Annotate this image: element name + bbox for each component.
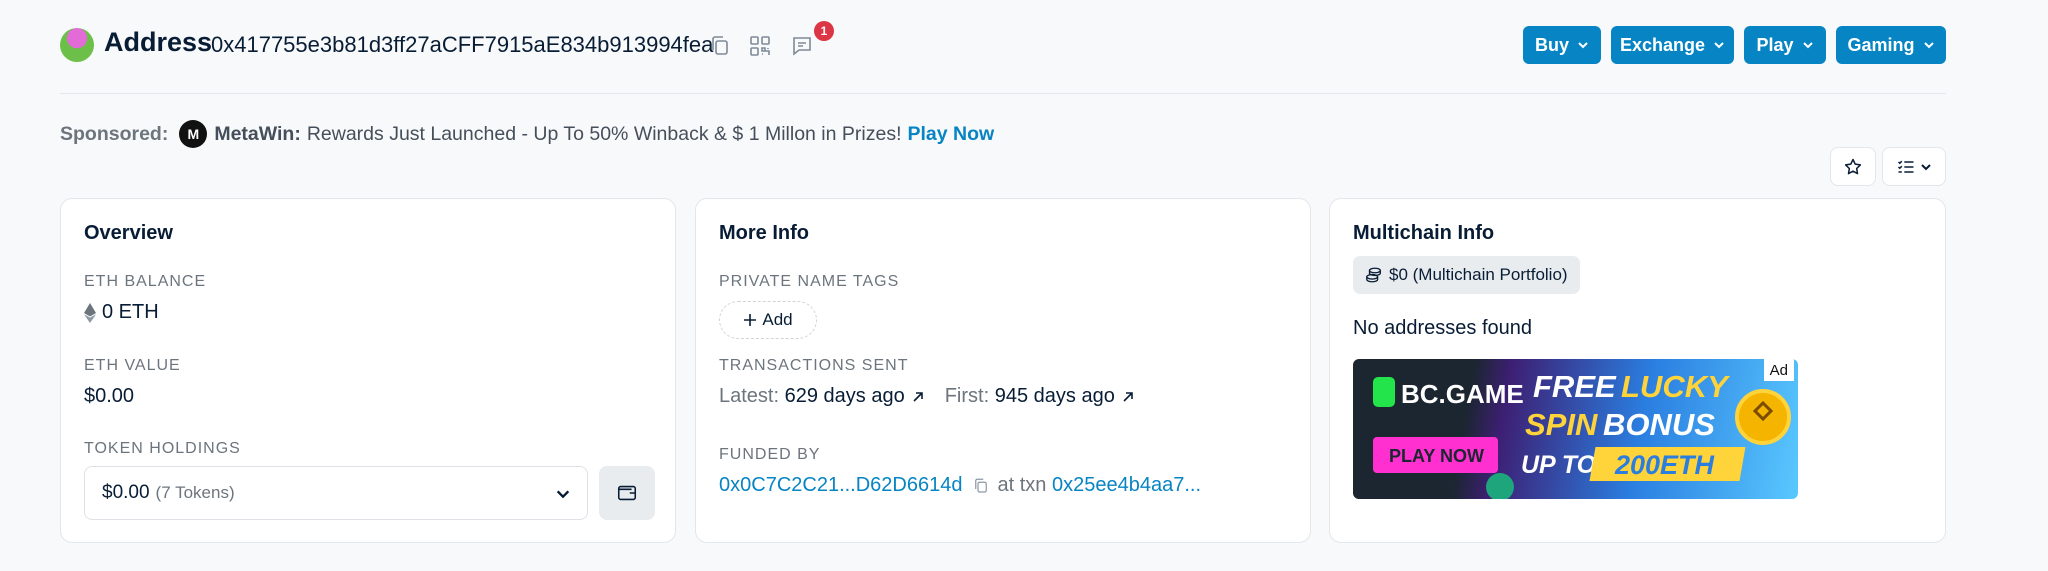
add-tag-button[interactable]: Add xyxy=(719,301,817,339)
eth-value-label: ETH VALUE xyxy=(84,357,181,374)
chevron-down-icon xyxy=(1923,42,1934,49)
transactions-sent-label: TRANSACTIONS SENT xyxy=(719,357,909,374)
exchange-menu-button[interactable]: Exchange xyxy=(1611,26,1734,64)
buy-menu-label: Buy xyxy=(1534,34,1569,55)
chevron-down-icon xyxy=(1802,42,1813,49)
avatar xyxy=(60,28,94,62)
arrow-up-right-icon xyxy=(913,391,923,402)
gaming-menu-label: Gaming xyxy=(1847,34,1915,55)
more-info-title: More Info xyxy=(719,222,809,244)
star-icon xyxy=(1844,158,1862,174)
funding-txn-link[interactable]: 0x25ee4b4aa7... xyxy=(1052,474,1201,496)
ethereum-icon xyxy=(84,302,96,323)
page-title: Address xyxy=(104,27,213,57)
address-hash: 0x417755e3b81d3ff27aCFF7915aE834b913994f… xyxy=(211,32,714,57)
wallet-icon xyxy=(617,485,637,501)
sponsor-text: Rewards Just Launched - Up To 50% Winbac… xyxy=(306,122,902,145)
ad-line2-a: SPIN xyxy=(1525,407,1598,442)
list-check-icon xyxy=(1897,160,1914,173)
ad-line3-a: UP TO xyxy=(1521,451,1597,479)
gaming-menu-button[interactable]: Gaming xyxy=(1836,26,1946,64)
eth-value: $0.00 xyxy=(84,385,135,407)
arrow-up-right-icon xyxy=(1123,391,1133,402)
metawin-logo-icon: M xyxy=(179,120,208,148)
plus-icon xyxy=(744,314,757,326)
chevron-down-icon xyxy=(1714,42,1724,49)
ad-cta: PLAY NOW xyxy=(1389,446,1484,466)
notification-badge: 1 xyxy=(814,21,834,41)
eth-balance-value: 0 ETH xyxy=(102,301,159,323)
token-holdings-value: $0.00 xyxy=(102,482,150,503)
first-label: First: xyxy=(944,385,990,407)
overview-title: Overview xyxy=(84,222,173,244)
favorite-button[interactable] xyxy=(1830,147,1876,186)
play-menu-button[interactable]: Play xyxy=(1744,26,1826,64)
address-header: Address 0x417755e3b81d3ff27aCFF7915aE834… xyxy=(60,20,1946,94)
funded-by: 0x0C7C2C21...D62D6614d at txn 0x25ee4b4aa… xyxy=(719,474,1201,497)
ad-tag: Ad xyxy=(1763,359,1794,381)
token-holdings-dropdown[interactable]: $0.00 (7 Tokens) xyxy=(84,466,588,520)
token-holdings-label: TOKEN HOLDINGS xyxy=(84,440,241,457)
at-txn-label: at txn xyxy=(997,474,1047,496)
funder-address-link[interactable]: 0x0C7C2C21...D62D6614d xyxy=(719,474,963,496)
more-options-button[interactable] xyxy=(1882,147,1946,186)
multichain-portfolio-button[interactable]: $0 (Multichain Portfolio) xyxy=(1353,256,1580,294)
transactions-sent: Latest: 629 days ago First: 945 days ago xyxy=(719,385,1155,408)
play-now-link[interactable]: Play Now xyxy=(908,123,995,146)
private-name-tags-label: PRIVATE NAME TAGS xyxy=(719,273,900,290)
bcgame-logo-mark xyxy=(1373,377,1395,407)
ad-line3-b: 200ETH xyxy=(1614,450,1715,480)
more-info-card: More Info PRIVATE NAME TAGS Add TRANSACT… xyxy=(695,198,1311,543)
ad-line1-b: LUCKY xyxy=(1621,369,1731,404)
multichain-title: Multichain Info xyxy=(1353,222,1495,244)
wallet-button[interactable] xyxy=(599,466,655,520)
multichain-card: Multichain Info $0 (Multichain Portfolio… xyxy=(1329,198,1946,543)
no-addresses-text: No addresses found xyxy=(1353,317,1533,339)
funded-by-label: FUNDED BY xyxy=(719,446,821,463)
eth-balance: 0 ETH xyxy=(84,301,159,324)
ad-banner[interactable]: BC.GAME PLAY NOW FREE LUCKY SPIN BONUS U… xyxy=(1353,359,1798,499)
sponsored-banner: Sponsored: M MetaWin: Rewards Just Launc… xyxy=(60,119,994,149)
chevron-down-icon xyxy=(1921,163,1931,170)
copy-icon[interactable] xyxy=(708,34,732,58)
copy-icon[interactable] xyxy=(972,477,990,495)
add-label: Add xyxy=(762,310,793,329)
exchange-menu-label: Exchange xyxy=(1619,34,1706,55)
ad-decoration xyxy=(1486,473,1514,499)
chevron-down-icon xyxy=(1578,42,1588,49)
comment-icon[interactable] xyxy=(790,34,814,58)
first-transaction-link[interactable]: 945 days ago xyxy=(995,385,1115,407)
ad-line2-b: BONUS xyxy=(1603,407,1715,442)
ad-artwork: BC.GAME PLAY NOW FREE LUCKY SPIN BONUS U… xyxy=(1373,369,1791,499)
overview-card: Overview ETH BALANCE 0 ETH ETH VALUE $0.… xyxy=(60,198,676,543)
token-count: (7 Tokens) xyxy=(155,483,235,502)
eth-balance-label: ETH BALANCE xyxy=(84,273,207,290)
latest-transaction-link[interactable]: 629 days ago xyxy=(785,385,905,407)
latest-label: Latest: xyxy=(719,385,780,407)
chevron-down-icon xyxy=(556,490,570,499)
coins-icon xyxy=(1366,267,1381,283)
ad-line1-a: FREE xyxy=(1533,369,1617,404)
ad-brand: BC.GAME xyxy=(1401,379,1524,409)
buy-menu-button[interactable]: Buy xyxy=(1523,26,1601,64)
sponsor-brand: MetaWin: xyxy=(214,122,301,145)
portfolio-label: $0 (Multichain Portfolio) xyxy=(1389,265,1568,284)
qr-code-icon[interactable] xyxy=(748,34,772,58)
sponsored-label: Sponsored: xyxy=(60,122,169,145)
play-menu-label: Play xyxy=(1756,34,1794,55)
